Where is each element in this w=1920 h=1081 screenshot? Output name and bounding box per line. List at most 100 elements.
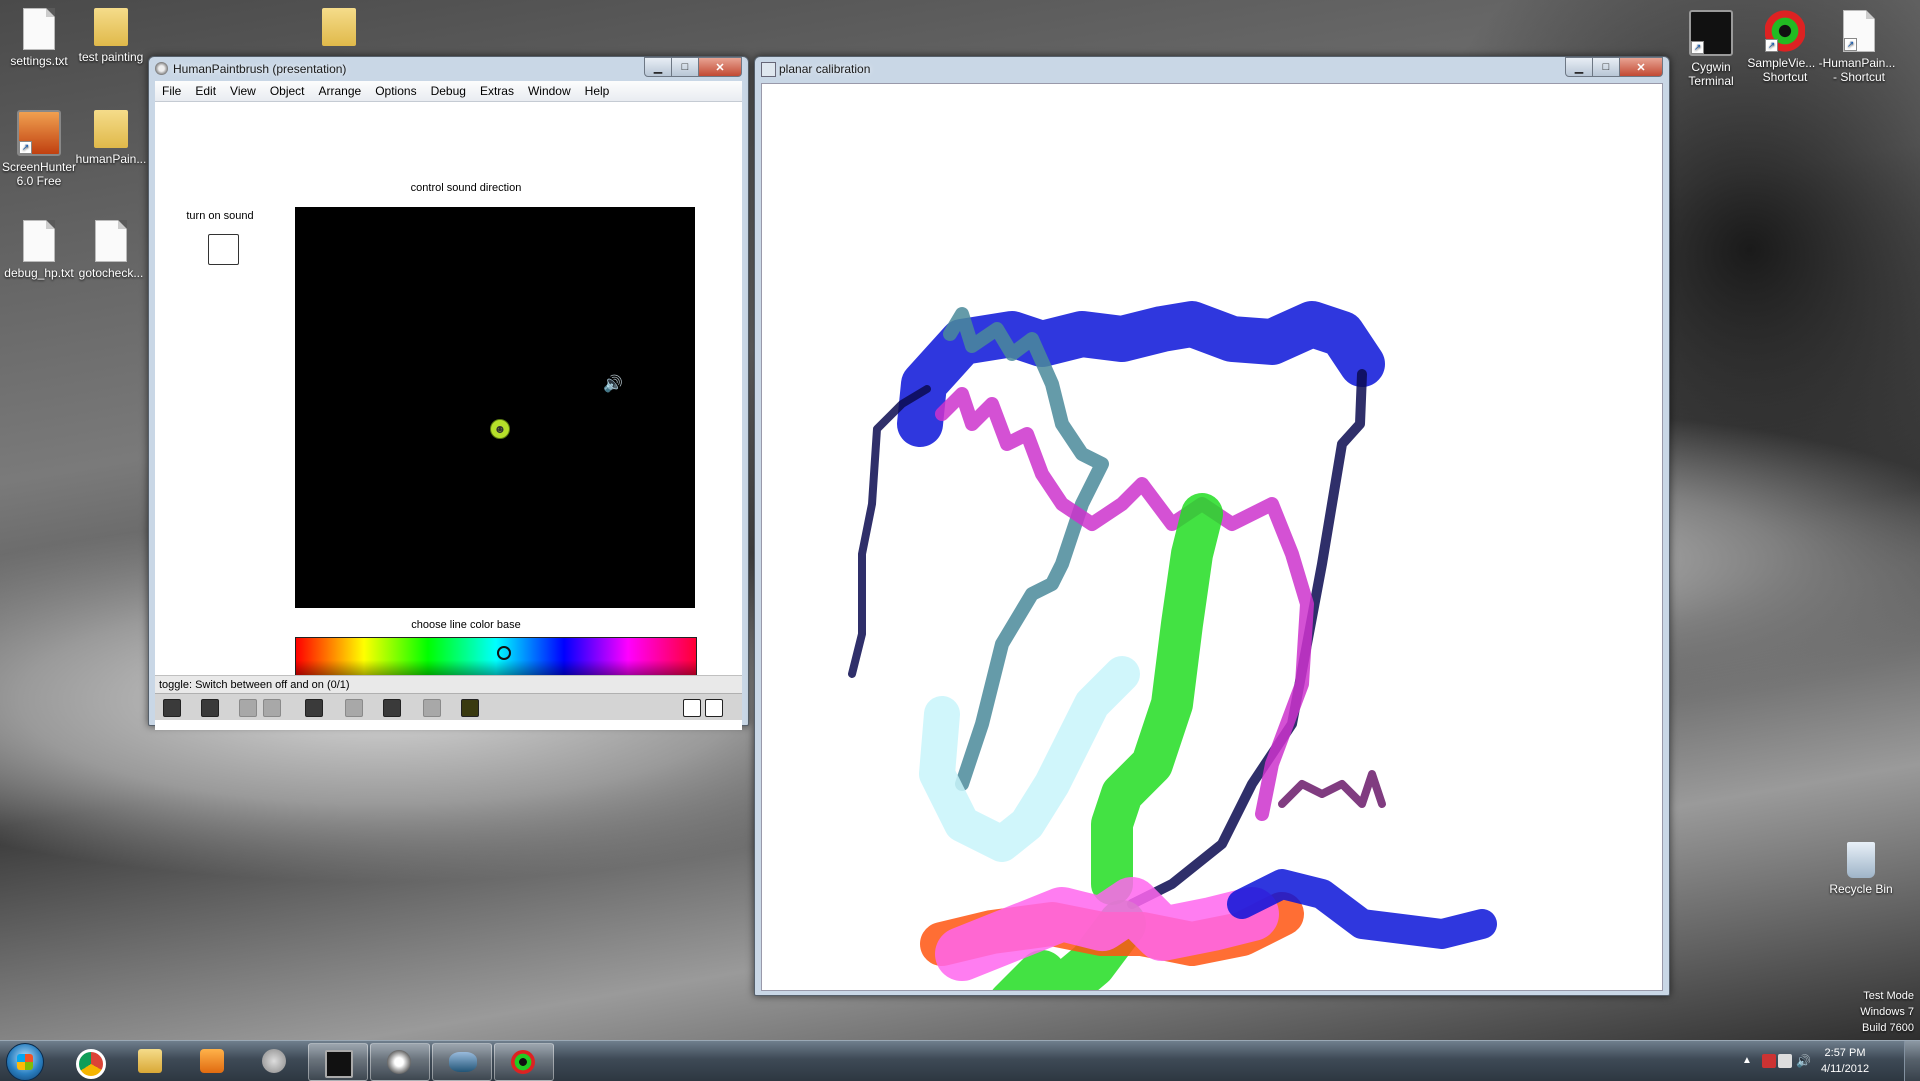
window-title: HumanPaintbrush (presentation) xyxy=(173,62,347,76)
clock-time: 2:57 PM xyxy=(1824,1047,1866,1059)
itunes-icon xyxy=(262,1049,286,1073)
menu-arrange[interactable]: Arrange xyxy=(312,84,369,98)
desktop: settings.txt test painting ↗ ScreenHunte… xyxy=(0,0,1920,1040)
taskbar-sampleviewer[interactable] xyxy=(494,1043,554,1081)
bottom-toolbar xyxy=(155,693,742,720)
app-icon xyxy=(155,62,168,75)
sound-toggle-label: turn on sound xyxy=(186,210,254,222)
clock[interactable]: 2:57 PM 4/11/2012 xyxy=(1810,1045,1880,1077)
menu-debug[interactable]: Debug xyxy=(424,84,473,98)
explorer-icon xyxy=(138,1049,162,1073)
painting-strokes xyxy=(848,301,1497,990)
menu-window[interactable]: Window xyxy=(521,84,578,98)
pink-stroke xyxy=(935,877,1279,981)
taskbar-humanpaintbrush[interactable] xyxy=(370,1043,430,1081)
recycle-bin-icon xyxy=(1847,842,1875,878)
taskbar-chrome[interactable] xyxy=(60,1043,118,1079)
taskbar-cygwin[interactable] xyxy=(308,1043,368,1081)
magenta-stroke xyxy=(935,387,1314,821)
menu-extras[interactable]: Extras xyxy=(473,84,521,98)
sound-toggle-checkbox[interactable] xyxy=(208,234,239,265)
planar-calibration-window[interactable]: planar calibration ▁ □ ✕ xyxy=(754,56,1670,996)
color-picker-handle[interactable] xyxy=(497,646,511,660)
start-button[interactable] xyxy=(6,1043,44,1081)
taskbar-media-player[interactable] xyxy=(184,1043,242,1079)
humanpaintbrush-icon xyxy=(387,1050,411,1074)
settings-file-icon[interactable]: settings.txt xyxy=(0,8,78,68)
title-bar[interactable]: HumanPaintbrush (presentation) ▁ □ ✕ xyxy=(149,57,748,81)
image-icon[interactable] xyxy=(305,699,323,717)
speaker-icon[interactable]: 🔊 xyxy=(603,376,625,394)
green-stroke-upper xyxy=(1091,493,1223,905)
opengl-icon xyxy=(449,1052,477,1072)
humanpaintbrush-shortcut[interactable]: ↗ HumanPain... - Shortcut xyxy=(1820,10,1898,84)
taskbar-itunes[interactable] xyxy=(246,1043,304,1079)
taskbar: ▲ 🔊 2:57 PM 4/11/2012 xyxy=(0,1040,1920,1081)
folder-icon xyxy=(94,110,128,148)
split-view-icon[interactable] xyxy=(705,699,723,717)
maximize-button[interactable]: □ xyxy=(671,57,699,77)
sampleviewer-shortcut[interactable]: ↗ SampleVie... - Shortcut xyxy=(1746,10,1824,84)
maximize-button[interactable]: □ xyxy=(1592,57,1620,77)
clock-date: 4/11/2012 xyxy=(1820,1063,1870,1075)
group-icon[interactable] xyxy=(239,699,257,717)
shortcut-arrow-icon: ↗ xyxy=(1765,39,1778,52)
debug-file-icon[interactable]: debug_hp.txt xyxy=(0,220,78,280)
minimize-button[interactable]: ▁ xyxy=(1565,57,1593,77)
menu-bar: File Edit View Object Arrange Options De… xyxy=(155,81,742,102)
lock-icon[interactable] xyxy=(163,699,181,717)
windows-logo-icon xyxy=(17,1054,33,1070)
text-file-icon xyxy=(95,220,127,262)
minimize-button[interactable]: ▁ xyxy=(644,57,672,77)
system-tray: ▲ 🔊 xyxy=(1740,1041,1811,1081)
action-center-icon[interactable] xyxy=(1762,1054,1776,1068)
desktop-folder-item[interactable] xyxy=(300,8,378,50)
menu-object[interactable]: Object xyxy=(263,84,312,98)
shortcut-arrow-icon: ↗ xyxy=(1691,41,1704,54)
cygwin-terminal-shortcut[interactable]: ↗ Cygwin Terminal xyxy=(1672,10,1750,88)
canvas-panel: turn on sound control sound direction ☻ … xyxy=(155,102,742,730)
folder-icon xyxy=(94,8,128,46)
menu-file[interactable]: File xyxy=(155,84,188,98)
menu-view[interactable]: View xyxy=(223,84,263,98)
sampleviewer-icon xyxy=(511,1050,535,1074)
palette-icon[interactable] xyxy=(461,699,479,717)
slider-icon[interactable] xyxy=(383,699,401,717)
menu-edit[interactable]: Edit xyxy=(188,84,223,98)
layers-icon[interactable] xyxy=(201,699,219,717)
paintbrush-app-icon: ↗ xyxy=(1843,10,1875,52)
window-title: planar calibration xyxy=(779,62,871,76)
close-button[interactable]: ✕ xyxy=(1619,57,1663,77)
test-mode-watermark: Test Mode Windows 7 Build 7600 xyxy=(1860,990,1914,1034)
humanpaintbrush-window[interactable]: HumanPaintbrush (presentation) ▁ □ ✕ Fil… xyxy=(148,56,749,730)
volume-icon[interactable]: 🔊 xyxy=(1796,1054,1811,1068)
taskbar-explorer[interactable] xyxy=(122,1043,180,1079)
recycle-bin[interactable]: Recycle Bin xyxy=(1822,842,1900,896)
eye-icon: ↗ xyxy=(1765,10,1805,52)
title-bar[interactable]: planar calibration ▁ □ ✕ xyxy=(755,57,1669,81)
info-icon[interactable] xyxy=(345,699,363,717)
humanpain-folder[interactable]: humanPain... xyxy=(72,110,150,166)
test-painting-folder[interactable]: test painting xyxy=(72,8,150,64)
grid-icon[interactable] xyxy=(423,699,441,717)
menu-options[interactable]: Options xyxy=(368,84,423,98)
calibration-canvas[interactable] xyxy=(761,83,1663,991)
screenhunter-shortcut[interactable]: ↗ ScreenHunter 6.0 Free xyxy=(0,110,78,188)
close-button[interactable]: ✕ xyxy=(698,57,742,77)
single-view-icon[interactable] xyxy=(683,699,701,717)
shortcut-arrow-icon: ↗ xyxy=(19,141,32,154)
terminal-icon: ↗ xyxy=(1689,10,1733,56)
screenhunter-icon: ↗ xyxy=(17,110,61,156)
taskbar-opengl[interactable] xyxy=(432,1043,492,1081)
listener-smiley-icon[interactable]: ☻ xyxy=(490,419,510,439)
menu-help[interactable]: Help xyxy=(578,84,617,98)
sound-direction-pad[interactable]: ☻ 🔊 xyxy=(295,207,695,608)
show-desktop-button[interactable] xyxy=(1904,1041,1920,1081)
gotocheck-file-icon[interactable]: gotocheck... xyxy=(72,220,150,280)
text-file-icon xyxy=(23,220,55,262)
chrome-icon xyxy=(76,1049,106,1079)
network-icon[interactable] xyxy=(1778,1054,1792,1068)
media-player-icon xyxy=(200,1049,224,1073)
delete-icon[interactable] xyxy=(263,699,281,717)
tray-expand-icon[interactable]: ▲ xyxy=(1742,1054,1756,1068)
